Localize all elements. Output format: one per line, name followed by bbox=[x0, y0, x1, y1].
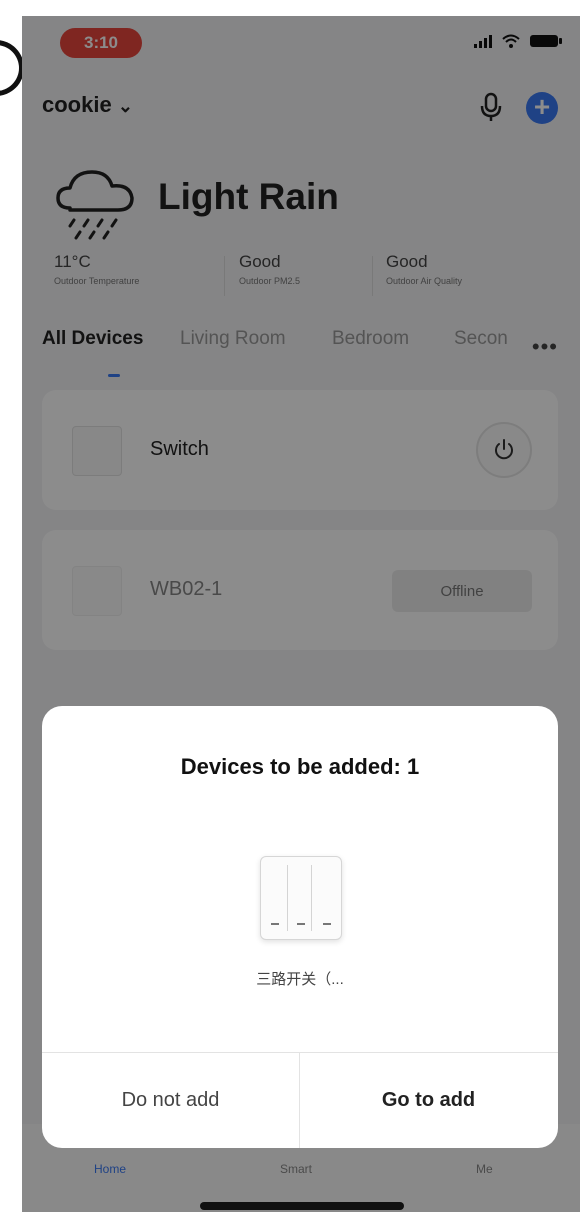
do-not-add-button[interactable]: Do not add bbox=[42, 1053, 299, 1148]
add-devices-dialog: Devices to be added: 1 三路开关（... Do not a… bbox=[42, 706, 558, 1148]
three-gang-switch-icon bbox=[260, 856, 342, 940]
phone-screen: 3:10 cookie ⌄ + Light Rain 11°C Outdoor … bbox=[22, 16, 580, 1212]
dialog-title: Devices to be added: 1 bbox=[180, 754, 420, 779]
go-to-add-button[interactable]: Go to add bbox=[300, 1053, 557, 1148]
edge-mark bbox=[0, 40, 24, 96]
home-indicator bbox=[200, 1202, 404, 1210]
found-device-name: 三路开关（... bbox=[256, 971, 344, 988]
